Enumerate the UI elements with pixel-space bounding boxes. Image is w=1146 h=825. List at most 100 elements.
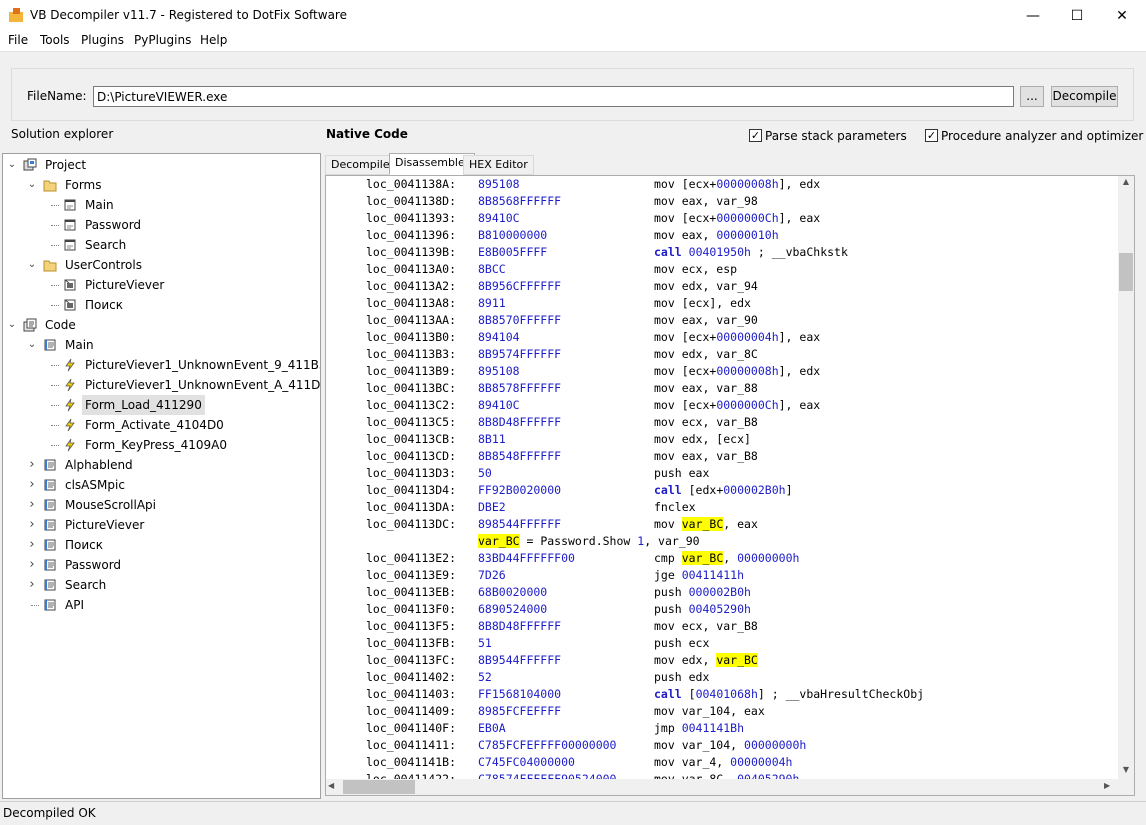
decompile-button[interactable]: Decompile xyxy=(1051,86,1118,107)
code-line: loc_00411396: B810000000 mov eax, 00000010… xyxy=(366,227,1116,244)
code-instruction: call [edx+000002B0h] xyxy=(654,483,793,497)
tree-item[interactable]: PictureViever xyxy=(3,275,320,295)
tree-item-label: Form_Load_411290 xyxy=(82,395,205,415)
tree-item[interactable]: › Поиск xyxy=(3,535,320,555)
code-instruction: jmp 0041141Bh xyxy=(654,721,745,735)
code-line: loc_00411409: 8985FCFEFFFF mov var_104, ea… xyxy=(366,703,1116,720)
tab-hex-editor[interactable]: HEX Editor xyxy=(463,155,534,175)
code-line: loc_004113D3: 50 push eax xyxy=(366,465,1116,482)
tree-connector xyxy=(51,445,59,446)
expand-chevron-icon[interactable]: › xyxy=(27,575,37,595)
module-icon xyxy=(43,538,57,552)
tree-item[interactable]: ⌄ Main xyxy=(3,335,320,355)
tree-item[interactable]: Form_Activate_4104D0 xyxy=(3,415,320,435)
tree-item[interactable]: PictureViever1_UnknownEvent_9_411B30 xyxy=(3,355,320,375)
code-instruction: cmp var_BC, 00000000h xyxy=(654,551,800,565)
code-address: loc_004113BC: xyxy=(366,381,457,395)
expand-chevron-icon[interactable]: › xyxy=(27,515,37,535)
code-address: loc_004113F0: xyxy=(366,602,457,616)
tree-item[interactable]: › clsASMpic xyxy=(3,475,320,495)
collapse-chevron-icon[interactable]: ⌄ xyxy=(7,315,17,335)
usercontrol-icon xyxy=(63,298,77,312)
tree-connector xyxy=(51,245,59,246)
tree-item[interactable]: Form_KeyPress_4109A0 xyxy=(3,435,320,455)
menu-file[interactable]: File xyxy=(8,33,28,47)
code-opcode-bytes: 8B956CFFFFFF xyxy=(478,279,562,293)
solution-tree[interactable]: ⌄ Project ⌄ Forms Main Password Search ⌄ UserCon… xyxy=(2,153,321,799)
expand-chevron-icon[interactable]: › xyxy=(27,555,37,575)
expand-chevron-icon[interactable]: › xyxy=(27,455,37,475)
scroll-right-arrow-icon[interactable]: ▶ xyxy=(1104,781,1110,790)
tree-item[interactable]: › Alphablend xyxy=(3,455,320,475)
code-opcode-bytes: 8985FCFEFFFF xyxy=(478,704,562,718)
vertical-scroll-thumb[interactable] xyxy=(1119,253,1133,291)
code-line: loc_00411403: FF1568104000 call [00401068h… xyxy=(366,686,1116,703)
scroll-down-arrow-icon[interactable]: ▼ xyxy=(1119,765,1133,774)
code-line: loc_0041139B: E8B005FFFF call 00401950h ; … xyxy=(366,244,1116,261)
tree-item[interactable]: › PictureViever xyxy=(3,515,320,535)
parse-stack-checkbox[interactable]: ✓ xyxy=(749,129,762,142)
scroll-up-arrow-icon[interactable]: ▲ xyxy=(1119,177,1133,186)
code-opcode-bytes: FF92B0020000 xyxy=(478,483,562,497)
tree-item-label: UserControls xyxy=(65,258,142,272)
tree-item[interactable]: › Password xyxy=(3,555,320,575)
menu-pyplugins[interactable]: PyPlugins xyxy=(134,33,191,47)
tree-item[interactable]: › Search xyxy=(3,575,320,595)
code-opcode-bytes: 50 xyxy=(478,466,492,480)
collapse-chevron-icon[interactable]: ⌄ xyxy=(27,175,37,195)
minimize-button[interactable]: — xyxy=(1010,0,1056,31)
maximize-button[interactable]: ☐ xyxy=(1054,0,1100,31)
tree-item-label: Form_Activate_4104D0 xyxy=(85,418,224,432)
tree-item[interactable]: ⌄ Code xyxy=(3,315,320,335)
form-icon xyxy=(63,218,77,232)
tree-item-label: Поиск xyxy=(65,538,104,552)
tree-item-label: Form_KeyPress_4109A0 xyxy=(85,438,227,452)
scroll-left-arrow-icon[interactable]: ◀ xyxy=(328,781,334,790)
tree-item[interactable]: ⌄ Forms xyxy=(3,175,320,195)
code-line: loc_004113C5: 8B8D48FFFFFF mov ecx, var_B8 xyxy=(366,414,1116,431)
expand-chevron-icon[interactable]: › xyxy=(27,495,37,515)
tree-item[interactable]: API xyxy=(3,595,320,615)
tree-connector xyxy=(51,285,59,286)
tree-item[interactable]: › MouseScrollApi xyxy=(3,495,320,515)
tree-connector xyxy=(51,205,59,206)
browse-button[interactable]: ... xyxy=(1020,86,1044,107)
close-button[interactable]: ✕ xyxy=(1099,0,1145,31)
tree-item[interactable]: Form_Load_411290 xyxy=(3,395,320,415)
code-address: loc_004113B9: xyxy=(366,364,457,378)
code-address: loc_004113FB: xyxy=(366,636,457,650)
procedure-analyzer-checkbox[interactable]: ✓ xyxy=(925,129,938,142)
menu-plugins[interactable]: Plugins xyxy=(81,33,124,47)
tree-item-label: Main xyxy=(85,198,114,212)
collapse-chevron-icon[interactable]: ⌄ xyxy=(27,335,37,355)
tree-item[interactable]: Main xyxy=(3,195,320,215)
expand-chevron-icon[interactable]: › xyxy=(27,475,37,495)
collapse-chevron-icon[interactable]: ⌄ xyxy=(27,255,37,275)
tree-item-label: MouseScrollApi xyxy=(65,498,156,512)
code-view[interactable]: loc_0041138A: 895108 mov [ecx+00000008h], … xyxy=(325,175,1135,796)
expand-chevron-icon[interactable]: › xyxy=(27,535,37,555)
code-opcode-bytes: 68B0020000 xyxy=(478,585,548,599)
code-opcode-bytes: 89410C xyxy=(478,211,520,225)
tree-item[interactable]: PictureViever1_UnknownEvent_A_411D10 xyxy=(3,375,320,395)
collapse-chevron-icon[interactable]: ⌄ xyxy=(7,155,17,175)
horizontal-scroll-thumb[interactable] xyxy=(343,780,415,794)
code-line: loc_004113E2: 83BD44FFFFFF00 cmp var_BC, 0… xyxy=(366,550,1116,567)
code-instruction: call [00401068h] ; __vbaHresultCheckObj xyxy=(654,687,925,701)
code-instruction: mov eax, var_B8 xyxy=(654,449,758,463)
tree-item[interactable]: ⌄ Project xyxy=(3,155,320,175)
tree-item[interactable]: Search xyxy=(3,235,320,255)
horizontal-scrollbar[interactable] xyxy=(326,779,1134,795)
code-opcode-bytes: 6890524000 xyxy=(478,602,548,616)
menu-help[interactable]: Help xyxy=(200,33,227,47)
tree-item[interactable]: ⌄ UserControls xyxy=(3,255,320,275)
code-opcode-bytes: 89410C xyxy=(478,398,520,412)
tree-item[interactable]: Password xyxy=(3,215,320,235)
event-icon xyxy=(63,398,77,412)
code-line: loc_004113B0: 894104 mov [ecx+00000004h], … xyxy=(366,329,1116,346)
tree-item[interactable]: Поиск xyxy=(3,295,320,315)
filename-input[interactable] xyxy=(93,86,1014,107)
code-opcode-bytes: C785FCFEFFFF00000000 xyxy=(478,738,617,752)
menu-tools[interactable]: Tools xyxy=(40,33,70,47)
tree-item-label: PictureViever1_UnknownEvent_A_411D10 xyxy=(85,378,321,392)
